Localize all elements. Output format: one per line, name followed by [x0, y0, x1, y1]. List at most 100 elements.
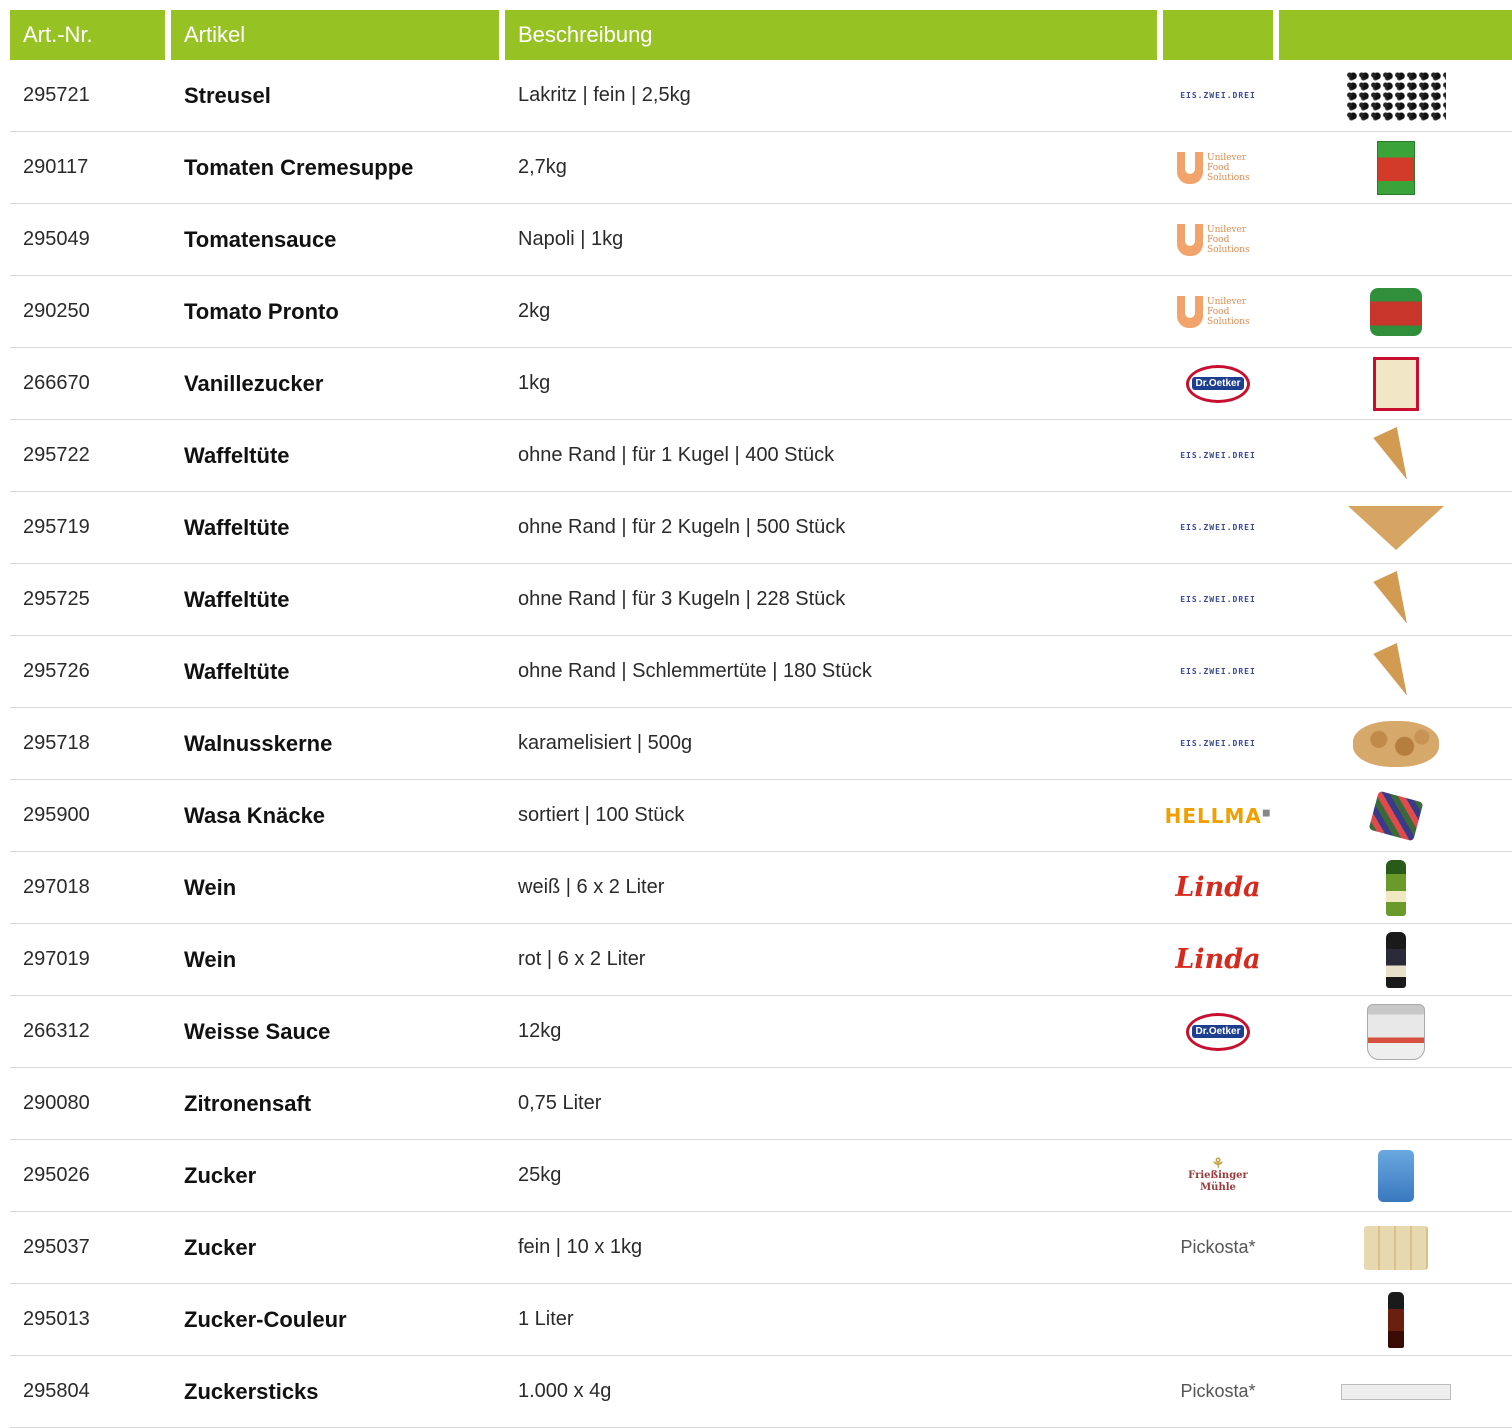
- table-row[interactable]: 295721 Streusel Lakritz | fein | 2,5kg EIS.…: [10, 60, 1512, 132]
- article-name[interactable]: Wein: [171, 924, 499, 995]
- product-image-cell[interactable]: [1279, 1356, 1512, 1427]
- article-name[interactable]: Zucker-Couleur: [171, 1284, 499, 1355]
- product-image-cell[interactable]: [1279, 780, 1512, 851]
- table-row[interactable]: 295037 Zucker fein | 10 x 1kg Pickosta*: [10, 1212, 1512, 1284]
- sauce-bucket-image[interactable]: [1366, 1003, 1425, 1060]
- sugar-sack-image[interactable]: [1377, 1149, 1414, 1202]
- article-number: 295026: [23, 1164, 90, 1186]
- product-image-cell[interactable]: [1279, 204, 1512, 275]
- product-image-cell[interactable]: [1279, 60, 1512, 131]
- article-name[interactable]: Weisse Sauce: [171, 996, 499, 1067]
- product-image-cell[interactable]: [1279, 348, 1512, 419]
- article-description: 2,7kg: [518, 156, 567, 178]
- cone-image[interactable]: [1372, 642, 1419, 701]
- cone-image[interactable]: [1372, 426, 1419, 485]
- product-image-cell[interactable]: [1279, 492, 1512, 563]
- brand-cell: [1163, 1284, 1273, 1355]
- article-description: weiß | 6 x 2 Liter: [518, 876, 665, 898]
- white-wine-image[interactable]: [1385, 859, 1406, 916]
- table-row[interactable]: 295719 Waffeltüte ohne Rand | für 2 Kugeln…: [10, 492, 1512, 564]
- article-name[interactable]: Wasa Knäcke: [171, 780, 499, 851]
- product-image-cell[interactable]: [1279, 276, 1512, 347]
- article-name[interactable]: Vanillezucker: [171, 348, 499, 419]
- article-name[interactable]: Waffeltüte: [171, 420, 499, 491]
- product-image-cell[interactable]: [1279, 1212, 1512, 1283]
- table-row[interactable]: 290080 Zitronensaft 0,75 Liter: [10, 1068, 1512, 1140]
- couleur-bottle-image[interactable]: [1387, 1291, 1404, 1348]
- article-name[interactable]: Zitronensaft: [171, 1068, 499, 1139]
- article-name[interactable]: Walnusskerne: [171, 708, 499, 779]
- header-description[interactable]: Beschreibung: [505, 10, 1157, 60]
- product-image-cell[interactable]: [1279, 1068, 1512, 1139]
- sugar-stick-image[interactable]: [1340, 1383, 1451, 1400]
- product-image-cell[interactable]: [1279, 636, 1512, 707]
- table-row[interactable]: 297018 Wein weiß | 6 x 2 Liter Linda: [10, 852, 1512, 924]
- article-name[interactable]: Tomato Pronto: [171, 276, 499, 347]
- article-number: 266312: [23, 1020, 90, 1042]
- article-number: 295725: [23, 588, 90, 610]
- table-row[interactable]: 295722 Waffeltüte ohne Rand | für 1 Kugel …: [10, 420, 1512, 492]
- article-number: 295049: [23, 228, 90, 250]
- article-number: 266670: [23, 372, 90, 394]
- dr-oetker-logo: Dr.Oetker: [1172, 1008, 1264, 1056]
- header-article[interactable]: Artikel: [171, 10, 499, 60]
- table-row[interactable]: 295049 Tomatensauce Napoli | 1kg Unilever F…: [10, 204, 1512, 276]
- product-image-cell[interactable]: [1279, 564, 1512, 635]
- article-name[interactable]: Waffeltüte: [171, 492, 499, 563]
- vanilla-box-image[interactable]: [1372, 356, 1419, 411]
- cone-image[interactable]: [1372, 570, 1419, 629]
- wasa-image[interactable]: [1368, 790, 1423, 841]
- article-name[interactable]: Waffeltüte: [171, 636, 499, 707]
- article-number: 295037: [23, 1236, 90, 1258]
- article-name[interactable]: Tomatensauce: [171, 204, 499, 275]
- product-image-cell[interactable]: [1279, 420, 1512, 491]
- product-image-cell[interactable]: [1279, 852, 1512, 923]
- product-image-cell[interactable]: [1279, 1284, 1512, 1355]
- article-name[interactable]: Zucker: [171, 1212, 499, 1283]
- product-image-cell[interactable]: [1279, 996, 1512, 1067]
- article-number: 295013: [23, 1308, 90, 1330]
- table-row[interactable]: 295725 Waffeltüte ohne Rand | für 3 Kugeln…: [10, 564, 1512, 636]
- article-name[interactable]: Zuckersticks: [171, 1356, 499, 1427]
- wide-cone-image[interactable]: [1347, 505, 1444, 550]
- table-row[interactable]: 295900 Wasa Knäcke sortiert | 100 Stück HEL…: [10, 780, 1512, 852]
- table-row[interactable]: 295026 Zucker 25kg ⚘ Frießinger Mühle: [10, 1140, 1512, 1212]
- red-wine-image[interactable]: [1385, 931, 1406, 988]
- product-image-cell[interactable]: [1279, 132, 1512, 203]
- sugar-pallet-image[interactable]: [1363, 1225, 1428, 1270]
- eis-zwei-drei-logo: EIS.ZWEI.DREI: [1180, 451, 1256, 460]
- tomato-tub-image[interactable]: [1369, 287, 1422, 336]
- table-row[interactable]: 295718 Walnusskerne karamelisiert | 500g EI…: [10, 708, 1512, 780]
- licorice-sprinkles-image[interactable]: [1345, 70, 1446, 121]
- table-row[interactable]: 295726 Waffeltüte ohne Rand | Schlemmertüt…: [10, 636, 1512, 708]
- brand-cell: EIS.ZWEI.DREI: [1163, 564, 1273, 635]
- brand-cell: Pickosta*: [1163, 1212, 1273, 1283]
- table-row[interactable]: 266312 Weisse Sauce 12kg Dr.Oetker: [10, 996, 1512, 1068]
- table-row[interactable]: 290250 Tomato Pronto 2kg Unilever Food Solu…: [10, 276, 1512, 348]
- article-number: 295719: [23, 516, 90, 538]
- table-row[interactable]: 297019 Wein rot | 6 x 2 Liter Linda: [10, 924, 1512, 996]
- table-row[interactable]: 266670 Vanillezucker 1kg Dr.Oetker: [10, 348, 1512, 420]
- article-number: 297018: [23, 876, 90, 898]
- header-article-number[interactable]: Art.-Nr.: [10, 10, 165, 60]
- pickosta-logo: Pickosta*: [1180, 1237, 1256, 1257]
- table-row[interactable]: 295013 Zucker-Couleur 1 Liter: [10, 1284, 1512, 1356]
- table-row[interactable]: 295804 Zuckersticks 1.000 x 4g Pickosta*: [10, 1356, 1512, 1428]
- eis-zwei-drei-logo: EIS.ZWEI.DREI: [1180, 667, 1256, 676]
- article-description: ohne Rand | für 1 Kugel | 400 Stück: [518, 444, 835, 466]
- article-name[interactable]: Wein: [171, 852, 499, 923]
- brand-cell: [1163, 1068, 1273, 1139]
- article-number: 297019: [23, 948, 90, 970]
- product-image-cell[interactable]: [1279, 1140, 1512, 1211]
- article-description: karamelisiert | 500g: [518, 732, 693, 754]
- product-image-cell[interactable]: [1279, 924, 1512, 995]
- product-image-cell[interactable]: [1279, 708, 1512, 779]
- header-image: [1279, 10, 1512, 60]
- soup-box-image[interactable]: [1376, 140, 1415, 195]
- table-row[interactable]: 290117 Tomaten Cremesuppe 2,7kg Unilever Fo…: [10, 132, 1512, 204]
- article-name[interactable]: Streusel: [171, 60, 499, 131]
- article-name[interactable]: Waffeltüte: [171, 564, 499, 635]
- article-name[interactable]: Zucker: [171, 1140, 499, 1211]
- walnut-image[interactable]: [1352, 720, 1439, 767]
- article-name[interactable]: Tomaten Cremesuppe: [171, 132, 499, 203]
